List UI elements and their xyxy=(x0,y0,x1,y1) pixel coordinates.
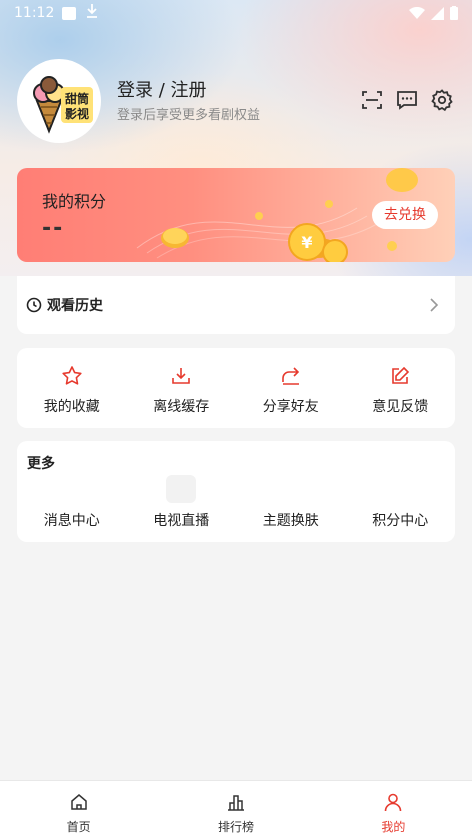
chevron-right-icon xyxy=(429,297,439,317)
points-card[interactable]: ¥ 我的积分 -- 去兑换 xyxy=(17,168,455,262)
login-register-link[interactable]: 登录 / 注册 xyxy=(117,76,207,102)
nav-mine[interactable]: 我的 xyxy=(315,781,472,839)
status-bar: 11:12 xyxy=(0,0,472,28)
ice-cream-logo-icon xyxy=(33,76,65,134)
settings-gear-icon[interactable] xyxy=(430,88,454,112)
nav-ranking-label: 排行榜 xyxy=(217,820,254,834)
status-time: 11:12 xyxy=(14,5,55,21)
points-value: -- xyxy=(42,216,65,241)
share-friends-label: 分享好友 xyxy=(262,399,319,415)
feedback-label: 意见反馈 xyxy=(372,399,429,415)
quick-actions-card: 我的收藏 离线缓存 分享好友 意见反馈 xyxy=(17,348,455,428)
user-icon xyxy=(383,792,403,812)
feedback-button[interactable]: 意见反馈 xyxy=(346,348,456,428)
message-center-label: 消息中心 xyxy=(43,513,100,529)
signal-icon xyxy=(431,6,444,20)
favorites-label: 我的收藏 xyxy=(43,399,100,415)
nav-ranking[interactable]: 排行榜 xyxy=(157,781,314,839)
download-icon xyxy=(170,365,192,387)
share-friends-button[interactable]: 分享好友 xyxy=(236,348,346,428)
avatar-text-1: 甜筒 xyxy=(65,91,89,106)
theme-skin-label: 主题换肤 xyxy=(262,513,319,529)
more-card: 更多 消息中心 电视直播 主题换肤 积分中心 xyxy=(17,441,455,542)
svg-text:¥: ¥ xyxy=(301,233,312,252)
points-center-label: 积分中心 xyxy=(372,513,429,529)
status-icons xyxy=(409,6,458,20)
tv-live-button[interactable]: 电视直播 xyxy=(127,463,237,542)
star-icon xyxy=(61,365,83,387)
watch-history-label: 观看历史 xyxy=(47,298,103,314)
notification-icon xyxy=(62,7,76,20)
tv-live-label: 电视直播 xyxy=(153,513,210,529)
offline-cache-label: 离线缓存 xyxy=(153,399,210,415)
points-center-button[interactable]: 积分中心 xyxy=(346,463,456,542)
avatar-text-2: 影视 xyxy=(65,106,89,121)
clock-icon xyxy=(26,297,42,317)
nav-home-label: 首页 xyxy=(66,820,91,834)
message-center-button[interactable]: 消息中心 xyxy=(17,463,127,542)
download-status-icon xyxy=(86,3,98,23)
avatar[interactable]: 甜筒 影视 xyxy=(17,59,101,143)
theme-skin-button[interactable]: 主题换肤 xyxy=(236,463,346,542)
nav-home[interactable]: 首页 xyxy=(0,781,157,839)
login-subtitle: 登录后享受更多看剧权益 xyxy=(117,108,261,123)
wifi-icon xyxy=(409,6,425,19)
bottom-navigation: 首页 排行榜 我的 xyxy=(0,780,472,839)
share-icon xyxy=(280,365,302,387)
offline-cache-button[interactable]: 离线缓存 xyxy=(127,348,237,428)
ranking-icon xyxy=(226,792,246,812)
exchange-button[interactable]: 去兑换 xyxy=(372,201,438,229)
favorites-button[interactable]: 我的收藏 xyxy=(17,348,127,428)
edit-icon xyxy=(389,365,411,387)
home-icon xyxy=(69,792,89,812)
battery-icon xyxy=(450,6,458,20)
tv-live-icon xyxy=(166,475,197,503)
message-icon[interactable] xyxy=(395,88,419,112)
nav-mine-label: 我的 xyxy=(381,820,406,834)
watch-history-row[interactable]: 观看历史 xyxy=(17,276,455,334)
points-title: 我的积分 xyxy=(42,192,107,211)
scan-icon[interactable] xyxy=(360,88,384,112)
